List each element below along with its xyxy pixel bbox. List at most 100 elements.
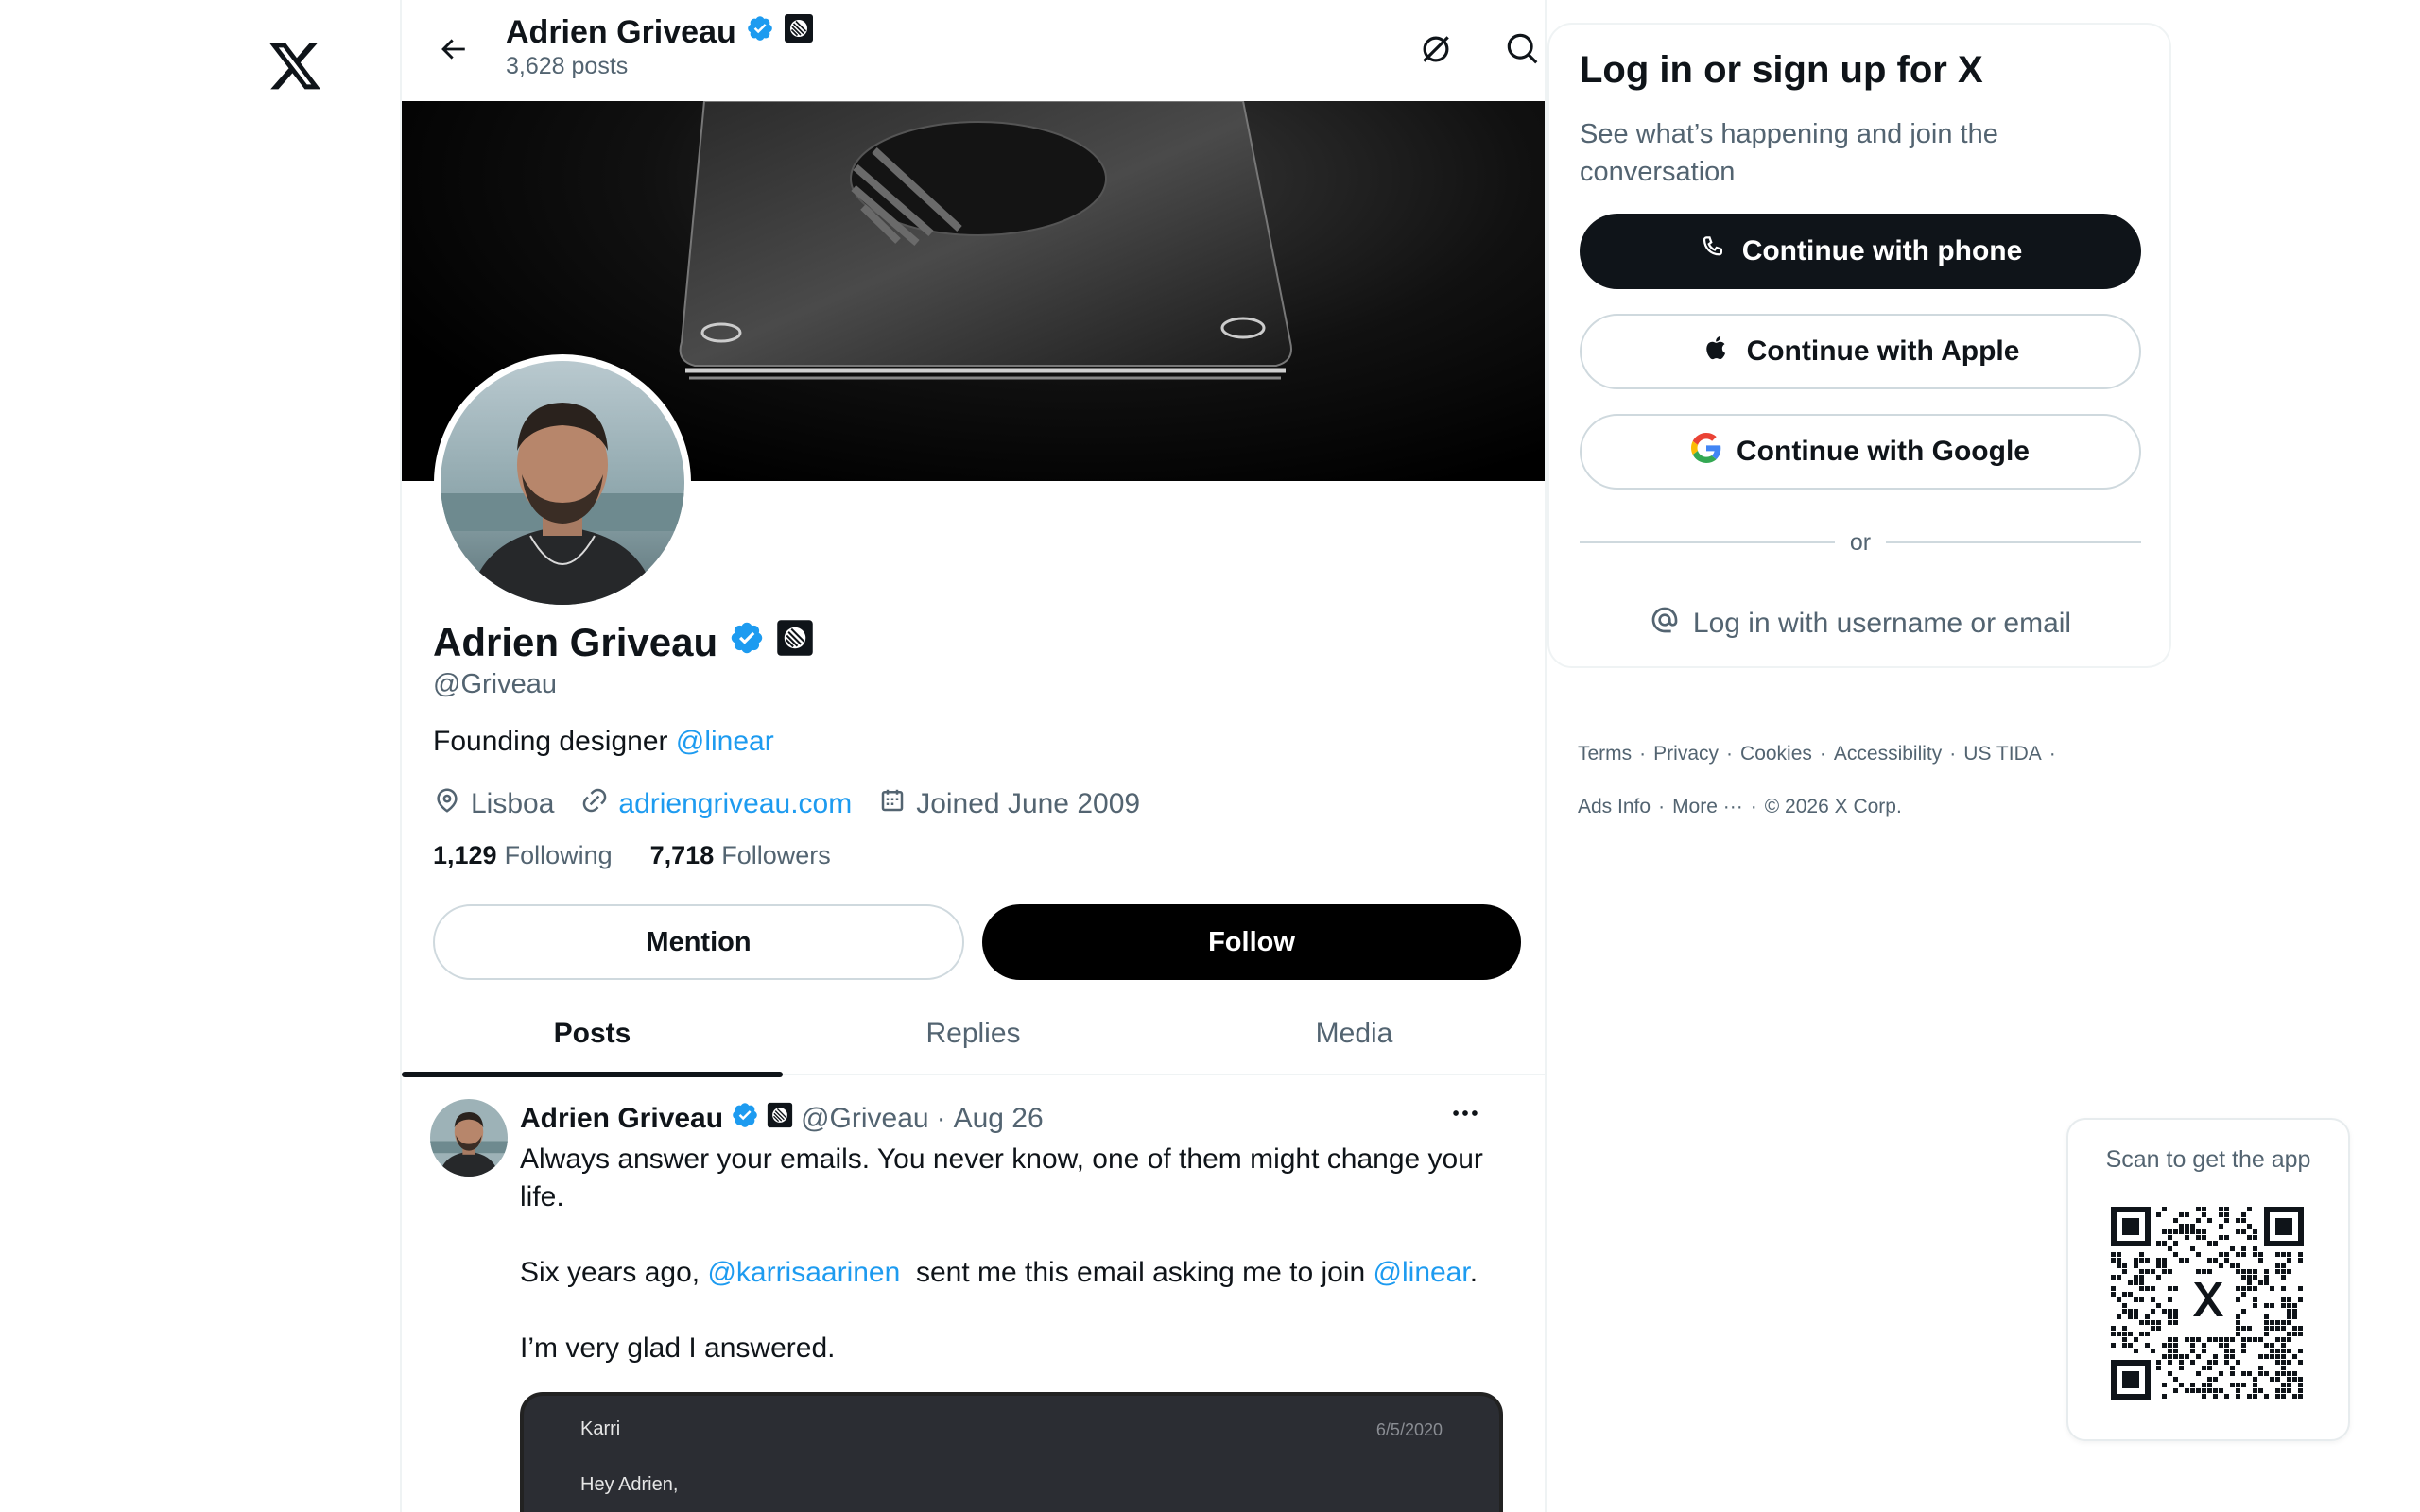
more-dots-icon: ··· <box>1722 796 1743 817</box>
tab-replies[interactable]: Replies <box>783 992 1164 1075</box>
apple-icon <box>1702 333 1732 370</box>
followers-label: Followers <box>721 841 831 869</box>
profile-bio: Founding designer @linear <box>433 726 774 758</box>
post-header: Adrien Griveau @Griveau · Aug 26 <box>520 1101 1044 1137</box>
post-separator: · <box>936 1103 946 1134</box>
profile-handle: @Griveau <box>433 669 557 699</box>
tab-media[interactable]: Media <box>1164 992 1545 1075</box>
divider-line <box>1886 541 2142 543</box>
footer-row-2: Ads Info · More ··· · © 2026 X Corp. <box>1578 796 1902 817</box>
profile-name: Adrien Griveau <box>433 619 814 666</box>
linear-affiliate-icon[interactable] <box>784 13 814 52</box>
footer-copyright: © 2026 X Corp. <box>1764 796 1902 817</box>
location-pin-icon <box>433 786 461 822</box>
username-login-label: Log in with username or email <box>1692 608 2072 639</box>
search-icon <box>1505 31 1541 72</box>
post-date[interactable]: Aug 26 <box>954 1103 1044 1135</box>
header-name: Adrien Griveau <box>506 14 736 50</box>
continue-with-phone-button[interactable]: Continue with phone <box>1580 214 2141 289</box>
footer-us-tida-link[interactable]: US TIDA <box>1963 743 2041 765</box>
back-button[interactable] <box>428 26 477 76</box>
link-icon <box>580 786 609 822</box>
x-logo-icon[interactable] <box>267 38 323 94</box>
linear-affiliate-icon <box>767 1102 793 1136</box>
following-label: Following <box>504 841 613 869</box>
qr-code-icon <box>2111 1207 2306 1401</box>
at-sign-icon <box>1650 605 1680 643</box>
email-greeting: Hey Adrien, <box>580 1474 679 1495</box>
footer-ads-info-link[interactable]: Ads Info <box>1578 796 1651 817</box>
post-media-image[interactable]: Karri 6/5/2020 Hey Adrien, <box>520 1392 1503 1512</box>
header-title: Adrien Griveau <box>506 13 814 52</box>
post-line-2-middle: sent me this email asking me to join <box>900 1257 1374 1288</box>
continue-with-google-button[interactable]: Continue with Google <box>1580 414 2141 490</box>
profile-header-bar: Adrien Griveau 3,628 posts <box>402 0 1545 101</box>
post-line-3: I’m very glad I answered. <box>520 1332 836 1364</box>
arrow-left-icon <box>437 33 469 70</box>
joined-text: Joined June 2009 <box>916 788 1141 819</box>
footer-accessibility-link[interactable]: Accessibility <box>1834 743 1942 765</box>
tab-posts[interactable]: Posts <box>402 992 783 1077</box>
post-line-2: Six years ago, @karrisaarinen sent me th… <box>520 1254 1503 1292</box>
phone-label: Continue with phone <box>1741 235 2023 266</box>
grok-icon <box>1418 31 1454 72</box>
login-card: Log in or sign up for X See what’s happe… <box>1547 23 2171 668</box>
bio-text: Founding designer <box>433 726 676 757</box>
post-avatar[interactable] <box>430 1099 508 1177</box>
tab-replies-label: Replies <box>925 1018 1021 1049</box>
email-date: 6/5/2020 <box>1375 1420 1443 1439</box>
profile-website: adriengriveau.com <box>580 786 852 822</box>
login-subtitle: See what’s happening and join the conver… <box>1580 119 1998 187</box>
search-button[interactable] <box>1498 26 1547 76</box>
footer-terms-link[interactable]: Terms <box>1578 743 1632 765</box>
footer-more-label: More <box>1672 796 1718 817</box>
mention-linear-link[interactable]: @linear <box>1374 1257 1470 1288</box>
verified-badge-icon[interactable] <box>729 620 765 665</box>
footer-row-1: Terms · Privacy · Cookies · Accessibility · US T… <box>1578 743 2056 765</box>
footer-cookies-link[interactable]: Cookies <box>1740 743 1812 765</box>
profile-meta: Lisboa adriengriveau.com Joined June 200… <box>433 786 1167 822</box>
mention-karrisaarinen-link[interactable]: @karrisaarinen <box>707 1257 900 1288</box>
followers-link[interactable]: 7,718 Followers <box>650 841 831 870</box>
apple-label: Continue with Apple <box>1746 335 2020 367</box>
profile-avatar[interactable] <box>434 354 691 611</box>
or-divider: or <box>1580 524 2142 561</box>
mention-button[interactable]: Mention <box>433 904 964 980</box>
website-link[interactable]: adriengriveau.com <box>618 788 852 820</box>
verified-badge-icon <box>746 14 774 51</box>
profile-stats: 1,129 Following 7,718 Followers <box>433 841 869 870</box>
bio-mention-link[interactable]: @linear <box>676 726 774 757</box>
post-line-2-prefix: Six years ago, <box>520 1257 708 1288</box>
grok-button[interactable] <box>1411 26 1461 76</box>
get-app-qr-card[interactable]: Scan to get the app <box>2066 1118 2350 1441</box>
profile-display-name: Adrien Griveau <box>433 620 718 664</box>
tab-media-label: Media <box>1315 1018 1393 1049</box>
footer-privacy-link[interactable]: Privacy <box>1653 743 1719 765</box>
google-label: Continue with Google <box>1737 436 2030 467</box>
post-more-button[interactable] <box>1442 1096 1489 1134</box>
continue-with-apple-button[interactable]: Continue with Apple <box>1580 314 2141 389</box>
profile-location: Lisboa <box>433 786 554 822</box>
verified-badge-icon <box>731 1101 759 1137</box>
footer-more-link[interactable]: More ··· <box>1672 796 1743 817</box>
post-author-name[interactable]: Adrien Griveau <box>520 1103 723 1135</box>
tab-posts-label: Posts <box>553 1018 631 1049</box>
following-link[interactable]: 1,129 Following <box>433 841 613 870</box>
google-icon <box>1691 433 1721 471</box>
follow-button[interactable]: Follow <box>982 904 1521 980</box>
post-author-handle[interactable]: @Griveau <box>801 1103 929 1135</box>
login-with-username-button[interactable]: Log in with username or email <box>1580 586 2141 662</box>
post-line-2-suffix: . <box>1469 1257 1478 1288</box>
location-text: Lisboa <box>471 788 555 819</box>
profile-joined: Joined June 2009 <box>878 786 1140 822</box>
tab-active-indicator <box>402 1072 783 1077</box>
post-body: Always answer your emails. You never kno… <box>520 1141 1503 1405</box>
profile-tabs: Posts Replies Media <box>402 992 1545 1077</box>
header-posts-count: 3,628 posts <box>506 53 629 79</box>
or-label: or <box>1849 528 1872 556</box>
divider-line <box>1580 541 1835 543</box>
footer-links: Terms · Privacy · Cookies · Accessibility · US T… <box>1578 728 2145 833</box>
login-title: Log in or sign up for X <box>1580 49 1983 91</box>
calendar-icon <box>878 786 907 822</box>
linear-affiliate-icon[interactable] <box>776 619 814 666</box>
